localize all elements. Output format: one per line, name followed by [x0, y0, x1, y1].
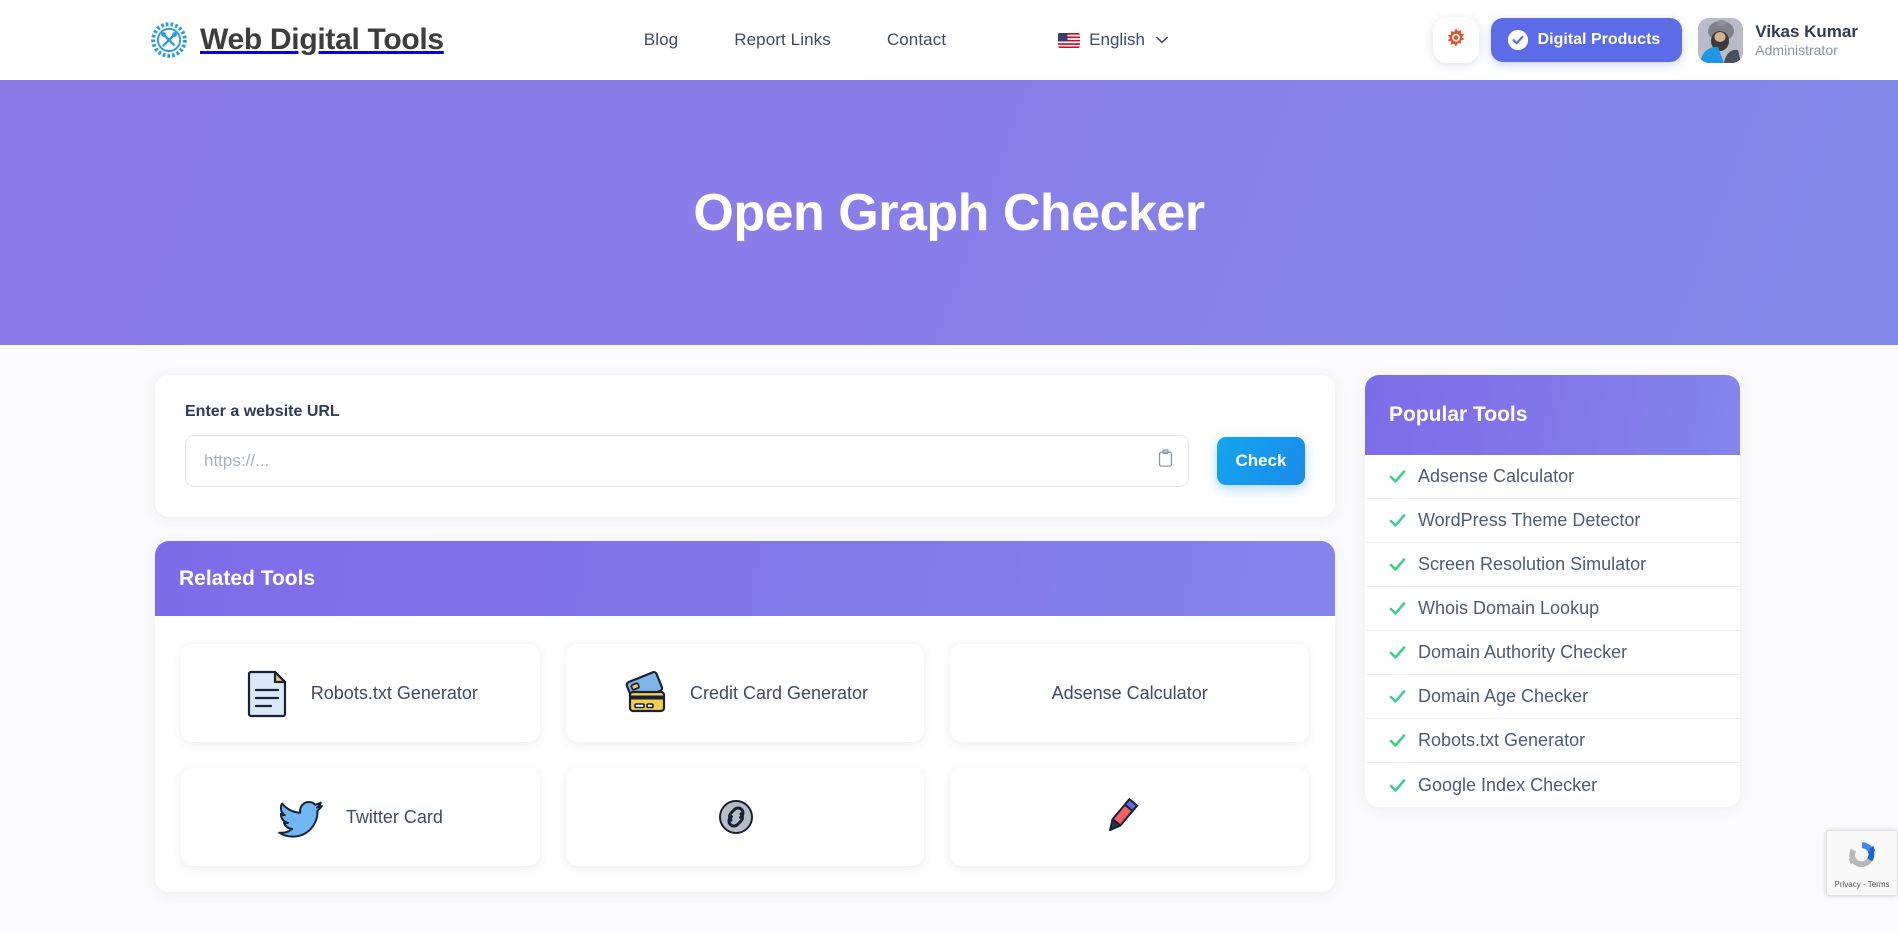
list-item[interactable]: Google Index Checker	[1365, 763, 1740, 807]
main-nav: Blog Report Links Contact English	[644, 30, 1168, 50]
check-icon	[1389, 644, 1406, 661]
check-icon	[1389, 556, 1406, 573]
nav-item-blog[interactable]: Blog	[644, 30, 678, 50]
user-name: Vikas Kumar	[1755, 21, 1858, 41]
url-input-wrapper	[185, 435, 1189, 487]
clipboard-icon[interactable]	[1157, 449, 1174, 473]
list-item[interactable]: Whois Domain Lookup	[1365, 587, 1740, 631]
list-item[interactable]: Adsense Calculator	[1365, 455, 1740, 499]
credit-card-icon	[622, 668, 672, 718]
settings-button[interactable]	[1432, 17, 1479, 63]
right-column: Popular Tools Adsense Calculator WordPre…	[1365, 375, 1740, 807]
link-chain-icon	[711, 792, 761, 842]
language-selector[interactable]: English	[1058, 30, 1168, 50]
tool-label: Robots.txt Generator	[310, 682, 478, 703]
nav-item-report-links[interactable]: Report Links	[734, 30, 831, 50]
list-item-label: Domain Authority Checker	[1418, 642, 1628, 662]
check-circle-icon	[1507, 30, 1528, 50]
digital-products-button[interactable]: Digital Products	[1490, 18, 1683, 62]
tool-card-twitter-card[interactable]: Twitter Card	[181, 768, 540, 866]
related-tools-header: Related Tools	[155, 541, 1335, 616]
list-item[interactable]: Domain Age Checker	[1365, 675, 1740, 719]
user-role: Administrator	[1755, 41, 1838, 58]
hero-banner: Open Graph Checker	[0, 80, 1898, 345]
tool-card-adsense-calculator[interactable]: Adsense Calculator	[950, 644, 1309, 742]
digital-products-label: Digital Products	[1537, 31, 1661, 48]
recaptcha-icon	[1845, 838, 1879, 877]
url-form-card: Enter a website URL Check	[155, 375, 1335, 517]
check-icon	[1389, 512, 1406, 529]
url-input-label: Enter a website URL	[185, 403, 340, 420]
nav-item-contact[interactable]: Contact	[887, 30, 946, 50]
site-header: Web Digital Tools Blog Report Links Cont…	[0, 0, 1898, 80]
related-tools-title: Related Tools	[179, 566, 316, 590]
chevron-down-icon	[1156, 33, 1168, 47]
recaptcha-text: Privacy - Terms	[1834, 879, 1890, 889]
user-info: Vikas Kumar Administrator	[1755, 21, 1858, 60]
main-content: Enter a website URL Check	[0, 345, 1898, 892]
pen-icon	[1096, 792, 1146, 842]
popular-tools-title: Popular Tools	[1389, 403, 1528, 426]
us-flag-icon	[1058, 32, 1081, 48]
gear-tools-logo-icon	[150, 21, 188, 59]
twitter-bird-icon	[278, 792, 328, 842]
check-icon	[1389, 777, 1406, 794]
list-item-label: Google Index Checker	[1418, 774, 1598, 795]
popular-tools-list: Adsense Calculator WordPress Theme Detec…	[1365, 455, 1740, 807]
related-tools-card: Related Tools Robots.txt Generator Credi…	[155, 541, 1335, 892]
check-icon	[1389, 688, 1406, 705]
search-input[interactable]	[186, 436, 1188, 486]
avatar[interactable]	[1698, 17, 1744, 63]
check-icon	[1389, 732, 1406, 749]
tool-label: Twitter Card	[345, 806, 443, 827]
list-item-label: Domain Age Checker	[1418, 686, 1589, 706]
tool-card-pen[interactable]	[950, 768, 1309, 866]
url-input-row: Check	[185, 435, 1305, 487]
list-item-label: Screen Resolution Simulator	[1418, 554, 1647, 574]
tool-label: Adsense Calculator	[1051, 682, 1208, 703]
tool-card-robots-txt-generator[interactable]: Robots.txt Generator	[181, 644, 540, 742]
header-actions: Digital Products Vikas Kumar Administrat…	[1432, 0, 1858, 80]
check-icon	[1389, 468, 1406, 485]
check-icon	[1389, 600, 1406, 617]
list-item-label: WordPress Theme Detector	[1418, 510, 1641, 530]
list-item-label: Whois Domain Lookup	[1418, 598, 1600, 618]
check-button[interactable]: Check	[1217, 437, 1305, 485]
tool-card-link[interactable]	[565, 768, 925, 866]
left-column: Enter a website URL Check	[155, 375, 1335, 892]
related-tools-grid: Robots.txt Generator Credit Card Generat…	[155, 616, 1335, 892]
list-item[interactable]: Screen Resolution Simulator	[1365, 543, 1740, 587]
tool-label: Credit Card Generator	[689, 682, 869, 703]
tool-card-credit-card-generator[interactable]: Credit Card Generator	[565, 644, 925, 742]
page-root: Web Digital Tools Blog Report Links Cont…	[0, 0, 1898, 932]
page-title: Open Graph Checker	[693, 183, 1205, 242]
list-item[interactable]: WordPress Theme Detector	[1365, 499, 1740, 543]
list-item[interactable]: Robots.txt Generator	[1365, 719, 1740, 763]
brand-name: Web Digital Tools	[200, 23, 444, 56]
list-item-label: Adsense Calculator	[1418, 466, 1575, 486]
popular-tools-header: Popular Tools	[1365, 375, 1740, 455]
list-item[interactable]: Domain Authority Checker	[1365, 631, 1740, 675]
brand-logo[interactable]: Web Digital Tools	[150, 21, 444, 59]
gear-icon	[1445, 27, 1467, 54]
list-item-label: Robots.txt Generator	[1418, 730, 1586, 750]
document-icon	[243, 668, 293, 718]
language-label: English	[1089, 30, 1145, 49]
popular-tools-card: Popular Tools Adsense Calculator WordPre…	[1365, 375, 1740, 807]
recaptcha-badge[interactable]: Privacy - Terms	[1826, 830, 1898, 896]
